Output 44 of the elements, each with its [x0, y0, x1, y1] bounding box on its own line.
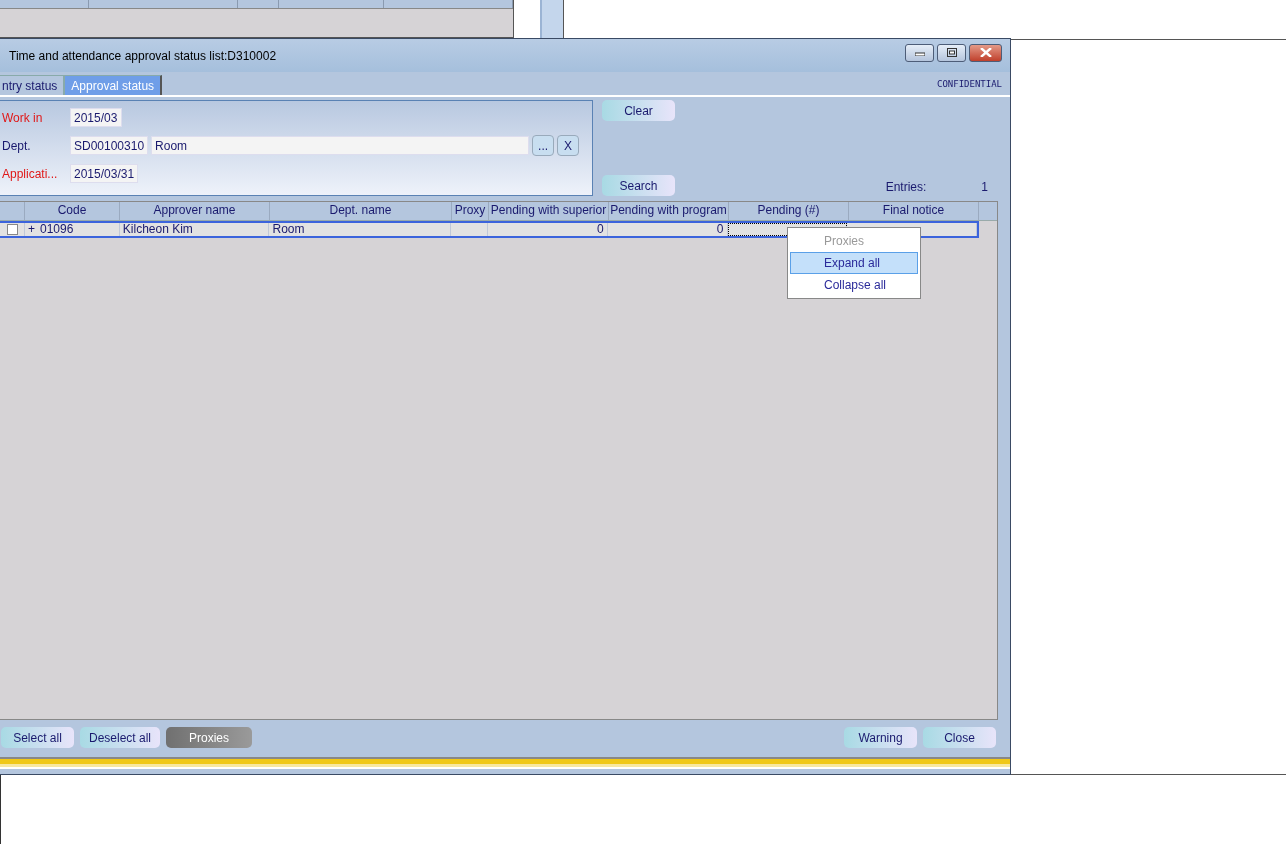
confidential-label: CONFIDENTIAL: [936, 79, 1002, 89]
table-cell: 01096: [40, 223, 74, 236]
input-field[interactable]: Room: [151, 136, 530, 155]
column-header[interactable]: Pending (#): [729, 202, 849, 220]
row-checkbox[interactable]: [7, 224, 18, 235]
entries-count: 1: [981, 180, 988, 194]
table-cell: Kilcheon Kim: [122, 223, 193, 236]
action-button[interactable]: Deselect all: [80, 727, 161, 748]
close-icon: [979, 48, 992, 57]
lookup-button[interactable]: ...: [532, 135, 555, 156]
field-label: Applicati...: [2, 166, 59, 181]
maximize-button[interactable]: [937, 43, 966, 62]
input-field[interactable]: SD00100310: [70, 136, 149, 155]
table-cell: 0: [597, 223, 604, 236]
field-label: Dept.: [2, 138, 32, 153]
column-header[interactable]: Final notice: [849, 202, 979, 220]
action-button[interactable]: Select all: [1, 727, 74, 748]
window-edge: [540, 0, 564, 40]
entries-label: Entries:: [885, 180, 927, 194]
menu-item[interactable]: Collapse all: [790, 274, 918, 296]
input-field[interactable]: 2015/03/31: [70, 164, 139, 183]
column-header[interactable]: Dept. name: [270, 202, 452, 220]
column-header[interactable]: Pending with program: [609, 202, 729, 220]
input-field[interactable]: 2015/03: [70, 108, 122, 127]
action-button[interactable]: Close: [923, 727, 996, 748]
minimize-button[interactable]: [905, 43, 934, 62]
column-header[interactable]: Pending with superior: [489, 202, 609, 220]
table-cell: 0: [716, 223, 724, 236]
expand-toggle[interactable]: +: [28, 223, 35, 236]
clear-button[interactable]: Clear: [602, 100, 675, 121]
maximize-icon: [946, 48, 957, 57]
menu-item[interactable]: Expand all: [790, 252, 918, 274]
table-cell: Room: [272, 223, 305, 236]
lookup-button[interactable]: X: [557, 135, 580, 156]
minimize-icon: [914, 49, 925, 56]
search-button[interactable]: Search: [602, 175, 675, 196]
field-label: Work in: [2, 110, 44, 125]
close-button[interactable]: [969, 43, 1002, 62]
action-button[interactable]: Warning: [844, 727, 917, 748]
column-header[interactable]: Code: [25, 202, 120, 220]
window-title: Time and attendance approval status list:D310002: [9, 48, 278, 63]
column-header[interactable]: Approver name: [120, 202, 270, 220]
tab[interactable]: ntry status: [0, 75, 65, 95]
column-header[interactable]: Proxy: [452, 202, 489, 220]
